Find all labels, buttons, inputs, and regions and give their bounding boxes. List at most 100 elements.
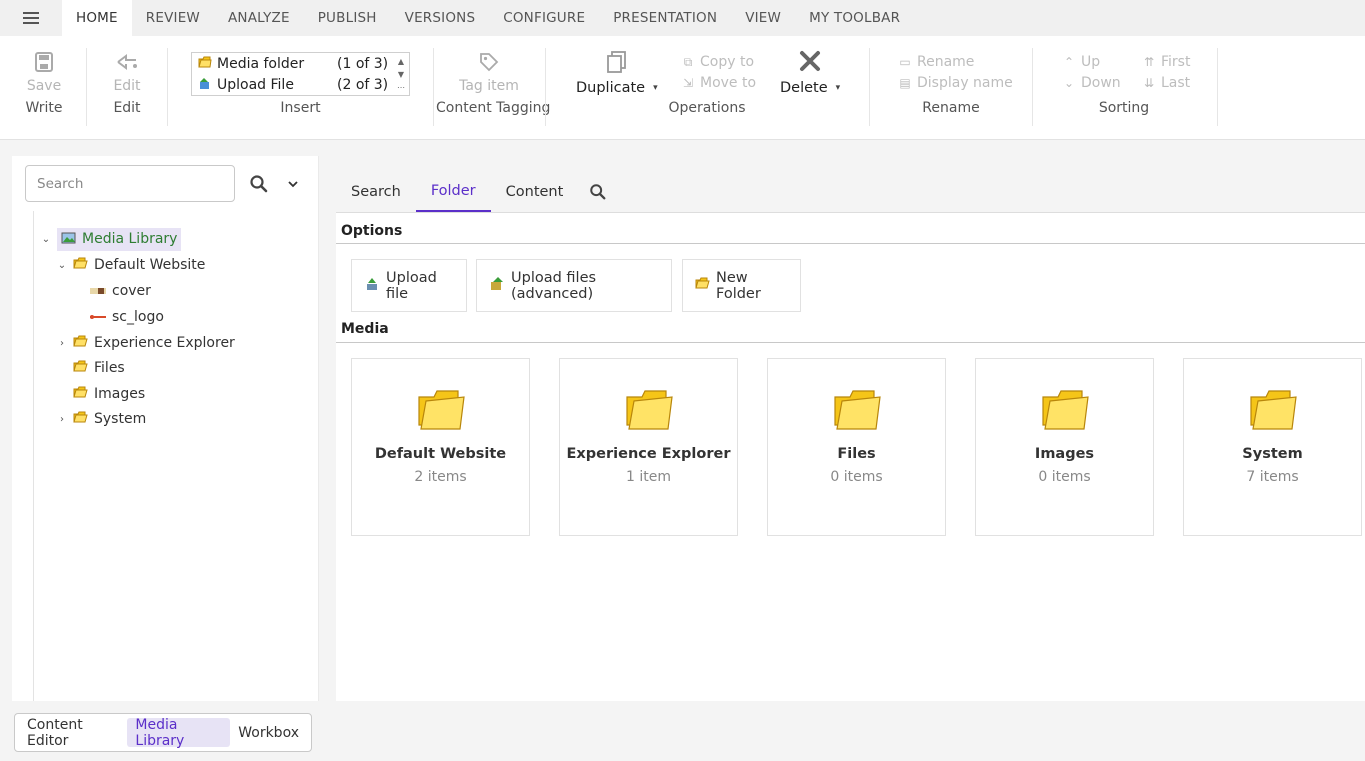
folder-icon bbox=[198, 56, 212, 73]
edit-icon bbox=[116, 52, 138, 78]
tab-presentation[interactable]: PRESENTATION bbox=[599, 0, 731, 36]
insert-upload-file[interactable]: Upload File (2 of 3) bbox=[198, 75, 397, 95]
tab-publish[interactable]: PUBLISH bbox=[304, 0, 391, 36]
copy-to-label: Copy to bbox=[700, 54, 755, 70]
media-folder-card[interactable]: Files 0 items bbox=[767, 358, 946, 536]
duplicate-label: Duplicate bbox=[576, 80, 646, 96]
card-title: Files bbox=[837, 446, 876, 462]
ribbon: Save Write Edit Edit Media folder (1 of … bbox=[0, 36, 1365, 140]
sort-first-button[interactable]: ⇈ First bbox=[1142, 54, 1191, 70]
tree-node-images[interactable]: Images bbox=[73, 383, 145, 405]
move-to-button[interactable]: ⇲ Move to bbox=[681, 75, 756, 91]
media-folder-card[interactable]: System 7 items bbox=[1183, 358, 1362, 536]
display-name-button[interactable]: ▤ Display name bbox=[898, 75, 1013, 91]
media-library-icon bbox=[61, 231, 76, 248]
image-thumbnail-icon bbox=[90, 309, 106, 325]
tag-item-button[interactable]: Tag item bbox=[458, 52, 520, 94]
copy-to-button[interactable]: ⧉ Copy to bbox=[681, 54, 754, 70]
folder-icon bbox=[1040, 387, 1090, 437]
chevron-down-icon[interactable]: ⌄ bbox=[40, 234, 52, 245]
tab-configure[interactable]: CONFIGURE bbox=[489, 0, 599, 36]
tab-media-library[interactable]: Media Library bbox=[127, 717, 231, 749]
tab-versions[interactable]: VERSIONS bbox=[391, 0, 490, 36]
tree-node-label: Experience Explorer bbox=[94, 335, 235, 351]
tree-node-cover[interactable]: cover bbox=[90, 280, 151, 302]
tree-node-selected: Media Library bbox=[57, 227, 182, 251]
tab-analyze[interactable]: ANALYZE bbox=[214, 0, 304, 36]
folder-icon bbox=[1248, 387, 1298, 437]
search-icon[interactable] bbox=[249, 174, 269, 194]
card-title: Experience Explorer bbox=[566, 446, 731, 462]
rename-button[interactable]: ▭ Rename bbox=[898, 54, 974, 70]
tree-node-media-library[interactable]: ⌄ Media Library bbox=[40, 227, 182, 251]
sort-up-button[interactable]: ⌃ Up bbox=[1062, 54, 1100, 70]
media-folder-card[interactable]: Experience Explorer 1 item bbox=[559, 358, 738, 536]
sort-first-label: First bbox=[1161, 54, 1191, 70]
tree-node-experience-explorer[interactable]: › Experience Explorer bbox=[56, 332, 235, 354]
rename-label: Rename bbox=[917, 54, 975, 70]
tab-review[interactable]: REVIEW bbox=[132, 0, 214, 36]
group-label-insert: Insert bbox=[280, 100, 321, 116]
insert-item-label: Media folder bbox=[217, 56, 305, 72]
tree-node-files[interactable]: Files bbox=[73, 357, 125, 379]
upload-file-button[interactable]: Upload file bbox=[351, 259, 467, 312]
tab-folder[interactable]: Folder bbox=[415, 172, 491, 212]
upload-files-advanced-label: Upload files (advanced) bbox=[511, 269, 597, 302]
divider bbox=[1032, 48, 1033, 126]
tree-guide-line bbox=[33, 211, 34, 701]
save-button[interactable]: Save bbox=[24, 52, 64, 94]
upload-advanced-icon bbox=[489, 276, 505, 296]
media-folder-card[interactable]: Default Website 2 items bbox=[351, 358, 530, 536]
search-icon[interactable] bbox=[578, 172, 618, 212]
card-item-count: 1 item bbox=[626, 469, 671, 485]
divider bbox=[869, 48, 870, 126]
tree-search-input[interactable] bbox=[25, 165, 235, 202]
tab-content-editor[interactable]: Content Editor bbox=[19, 717, 127, 749]
card-item-count: 7 items bbox=[1246, 469, 1299, 485]
new-folder-button[interactable]: New Folder bbox=[682, 259, 801, 312]
delete-icon bbox=[799, 50, 821, 80]
card-title: Default Website bbox=[374, 446, 507, 462]
tab-workbox[interactable]: Workbox bbox=[230, 718, 307, 747]
sort-last-button[interactable]: ⇊ Last bbox=[1142, 75, 1190, 91]
tab-my-toolbar[interactable]: MY TOOLBAR bbox=[795, 0, 914, 36]
folder-icon bbox=[73, 257, 88, 274]
upload-file-label: Upload file bbox=[386, 269, 437, 302]
tab-search[interactable]: Search bbox=[336, 172, 416, 212]
display-name-label: Display name bbox=[917, 75, 1013, 91]
image-thumbnail-icon bbox=[90, 283, 106, 299]
tree-node-label: sc_logo bbox=[112, 309, 164, 325]
card-item-count: 0 items bbox=[830, 469, 883, 485]
tab-view[interactable]: VIEW bbox=[731, 0, 795, 36]
save-icon bbox=[35, 52, 53, 78]
insert-media-folder[interactable]: Media folder (1 of 3) bbox=[198, 54, 397, 74]
tree-node-label: Default Website bbox=[94, 257, 206, 273]
sort-up-label: Up bbox=[1081, 54, 1101, 70]
tree-node-sc-logo[interactable]: sc_logo bbox=[90, 306, 164, 328]
tab-content[interactable]: Content bbox=[491, 172, 579, 212]
duplicate-button[interactable]: Duplicate ▾ bbox=[576, 50, 658, 96]
tree-node-default-website[interactable]: ⌄ Default Website bbox=[56, 254, 205, 276]
menu-icon[interactable] bbox=[0, 0, 62, 36]
insert-scroll-arrows[interactable]: ▲ ▼ ⋯ bbox=[395, 55, 407, 94]
upload-files-advanced-button[interactable]: Upload files (advanced) bbox=[476, 259, 672, 312]
tree-node-label: cover bbox=[112, 283, 151, 299]
delete-button[interactable]: Delete ▾ bbox=[780, 50, 840, 96]
group-label-rename: Rename bbox=[922, 100, 980, 116]
chevron-down-icon[interactable] bbox=[288, 178, 298, 191]
tree-node-system[interactable]: › System bbox=[56, 408, 146, 430]
tab-home[interactable]: HOME bbox=[62, 0, 132, 36]
chevron-right-icon[interactable]: › bbox=[56, 414, 68, 425]
media-folder-card[interactable]: Images 0 items bbox=[975, 358, 1154, 536]
chevron-down-icon: ▾ bbox=[653, 83, 658, 93]
sort-down-button[interactable]: ⌄ Down bbox=[1062, 75, 1121, 91]
media-title: Media bbox=[341, 321, 389, 337]
chevron-right-icon[interactable]: › bbox=[56, 338, 68, 349]
group-label-edit: Edit bbox=[113, 100, 141, 116]
edit-button[interactable]: Edit bbox=[108, 52, 146, 94]
chevron-down-icon[interactable]: ⌄ bbox=[56, 260, 68, 271]
folder-icon bbox=[73, 411, 88, 428]
edit-label: Edit bbox=[113, 78, 141, 94]
tag-icon bbox=[479, 52, 499, 78]
card-title: System bbox=[1242, 446, 1303, 462]
